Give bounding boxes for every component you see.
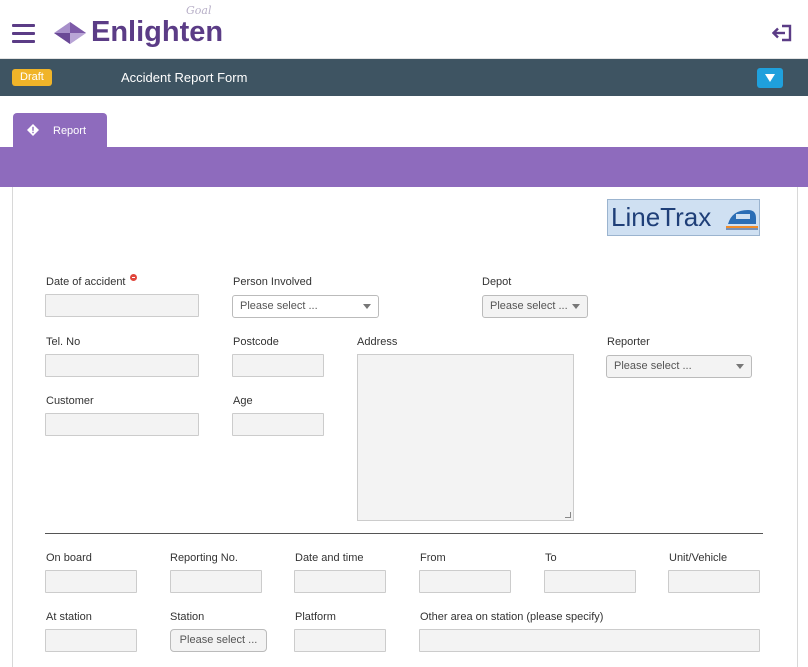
- chevron-down-icon: [363, 304, 371, 309]
- depot-label: Depot: [482, 276, 512, 288]
- train-icon: [726, 210, 758, 230]
- depot-select-value: Please select ...: [490, 300, 568, 312]
- at-station-label: At station: [46, 611, 92, 623]
- to-input[interactable]: [544, 570, 636, 593]
- reporting-no-label: Reporting No.: [170, 552, 238, 564]
- from-input[interactable]: [419, 570, 511, 593]
- on-board-input[interactable]: [45, 570, 137, 593]
- on-board-label: On board: [46, 552, 92, 564]
- date-and-time-input[interactable]: [294, 570, 386, 593]
- tel-no-label: Tel. No: [46, 336, 81, 348]
- logo-script-text: Goal: [186, 4, 212, 17]
- title-dropdown-button[interactable]: [757, 68, 783, 88]
- triangle-down-icon: [765, 74, 775, 82]
- form-titlebar: Draft Accident Report Form: [0, 59, 808, 96]
- postcode-label: Postcode: [233, 336, 279, 348]
- age-label: Age: [233, 395, 253, 407]
- date-of-accident-input[interactable]: [45, 294, 199, 317]
- logo-text: Enlighten: [91, 16, 224, 48]
- station-select[interactable]: Please select ...: [170, 629, 267, 652]
- address-textarea[interactable]: [357, 354, 574, 521]
- at-station-input[interactable]: [45, 629, 137, 652]
- hamburger-menu-icon[interactable]: [12, 24, 36, 43]
- date-and-time-label: Date and time: [295, 552, 364, 564]
- platform-label: Platform: [295, 611, 336, 623]
- linetrax-logo-text: LineTrax: [611, 202, 712, 232]
- depot-select[interactable]: Please select ...: [482, 295, 588, 318]
- person-involved-label: Person Involved: [233, 276, 312, 288]
- unit-vehicle-input[interactable]: [668, 570, 760, 593]
- tel-no-input[interactable]: [45, 354, 199, 377]
- alert-diamond-icon: [27, 124, 39, 136]
- resize-grip-icon[interactable]: [565, 512, 571, 518]
- reporter-select[interactable]: Please select ...: [606, 355, 752, 378]
- app-window: Enlighten Goal Draft Accident Report For…: [0, 0, 808, 667]
- postcode-input[interactable]: [232, 354, 324, 377]
- customer-input[interactable]: [45, 413, 199, 436]
- person-involved-select-value: Please select ...: [240, 300, 318, 312]
- status-badge: Draft: [12, 69, 52, 86]
- required-icon: [130, 274, 137, 281]
- unit-vehicle-label: Unit/Vehicle: [669, 552, 728, 564]
- from-label: From: [420, 552, 446, 564]
- age-input[interactable]: [232, 413, 324, 436]
- customer-label: Customer: [46, 395, 94, 407]
- chevron-down-icon: [572, 304, 580, 309]
- page-title: Accident Report Form: [121, 70, 248, 85]
- logout-icon[interactable]: [771, 23, 794, 43]
- reporter-label: Reporter: [607, 336, 650, 348]
- diamond-logo-icon: [54, 22, 86, 44]
- reporting-no-input[interactable]: [170, 570, 262, 593]
- platform-input[interactable]: [294, 629, 386, 652]
- station-label: Station: [170, 611, 205, 623]
- other-area-label: Other area on station (please specify): [420, 611, 604, 623]
- person-involved-select[interactable]: Please select ...: [232, 295, 379, 318]
- section-divider: [45, 533, 763, 534]
- reporter-select-value: Please select ...: [614, 360, 692, 372]
- top-header: Enlighten Goal: [0, 0, 808, 59]
- linetrax-logo: LineTrax: [607, 199, 760, 236]
- to-label: To: [545, 552, 557, 564]
- other-area-input[interactable]: [419, 629, 760, 652]
- tab-report[interactable]: Report: [13, 113, 107, 148]
- tab-header-band: [0, 147, 808, 187]
- tab-report-label: Report: [53, 125, 87, 137]
- station-select-value: Please select ...: [179, 634, 258, 646]
- address-label: Address: [357, 336, 398, 348]
- date-of-accident-label: Date of accident: [46, 276, 126, 288]
- chevron-down-icon: [736, 364, 744, 369]
